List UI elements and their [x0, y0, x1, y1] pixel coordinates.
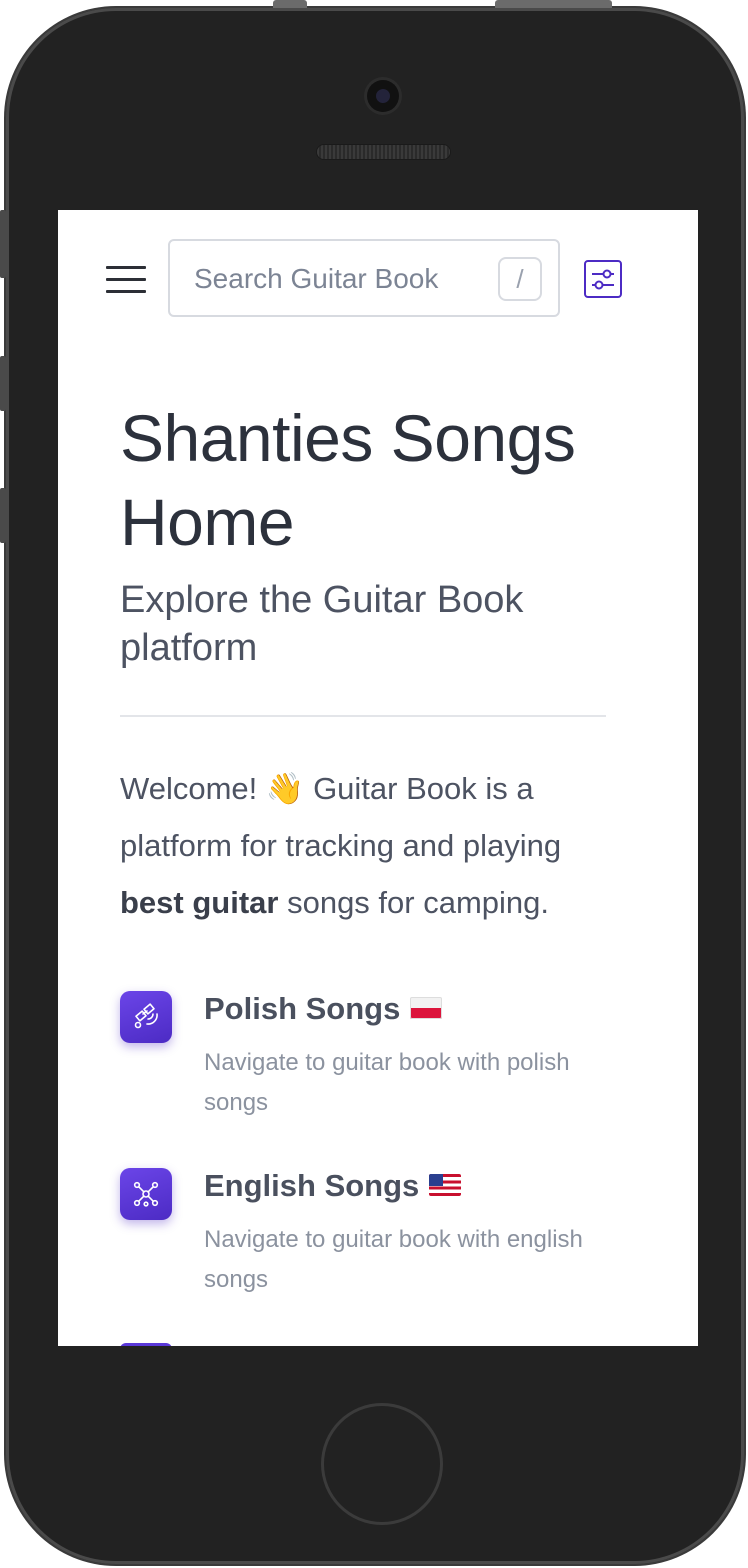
- welcome-text-start: Welcome! 👋 Guitar Book is a platform for…: [120, 771, 562, 863]
- sliders-icon: [584, 260, 622, 298]
- menu-line-icon: [106, 266, 146, 269]
- earpiece-speaker: [317, 145, 450, 159]
- home-button[interactable]: [321, 1403, 443, 1525]
- menu-line-icon: [106, 290, 146, 293]
- welcome-text-bold: best guitar: [120, 885, 279, 920]
- welcome-text-end: songs for camping.: [278, 885, 549, 920]
- hamburger-menu-button[interactable]: [106, 266, 146, 294]
- page-subtitle: Explore the Guitar Book platform: [120, 579, 524, 669]
- search-shortcut-key: /: [498, 257, 542, 301]
- feature-title-text: Polish Songs: [204, 991, 401, 1026]
- phone-power-button: [495, 0, 612, 8]
- feature-icon-box: [120, 1168, 172, 1220]
- search-input[interactable]: [192, 259, 496, 299]
- feature-description: Navigate to guitar book with polish song…: [204, 1049, 570, 1116]
- network-icon: [133, 1181, 159, 1207]
- feature-title-text: English Songs: [204, 1168, 420, 1203]
- phone-volume-down: [0, 488, 6, 543]
- next-feature-icon-peek: [120, 1343, 172, 1346]
- feature-title[interactable]: Polish Songs: [204, 989, 624, 1029]
- usa-flag-icon: [429, 1173, 462, 1196]
- front-camera: [367, 80, 399, 112]
- page-title: Shanties Songs Home: [120, 401, 576, 559]
- app-screen: / Shanties Songs Home Explore the Guitar…: [58, 210, 698, 1346]
- poland-flag-icon: [410, 996, 443, 1019]
- phone-volume-up: [0, 356, 6, 411]
- feature-title[interactable]: English Songs: [204, 1166, 624, 1206]
- feature-icon-box: [120, 991, 172, 1043]
- phone-top-button-left: [273, 0, 307, 8]
- satellite-icon: [134, 1003, 158, 1029]
- phone-mute-switch: [0, 210, 6, 278]
- menu-line-icon: [106, 278, 146, 281]
- divider: [120, 715, 606, 717]
- welcome-paragraph: Welcome! 👋 Guitar Book is a platform for…: [120, 760, 620, 931]
- filter-settings-button[interactable]: [584, 260, 622, 298]
- search-box[interactable]: /: [168, 239, 560, 317]
- feature-description: Navigate to guitar book with english son…: [204, 1226, 583, 1293]
